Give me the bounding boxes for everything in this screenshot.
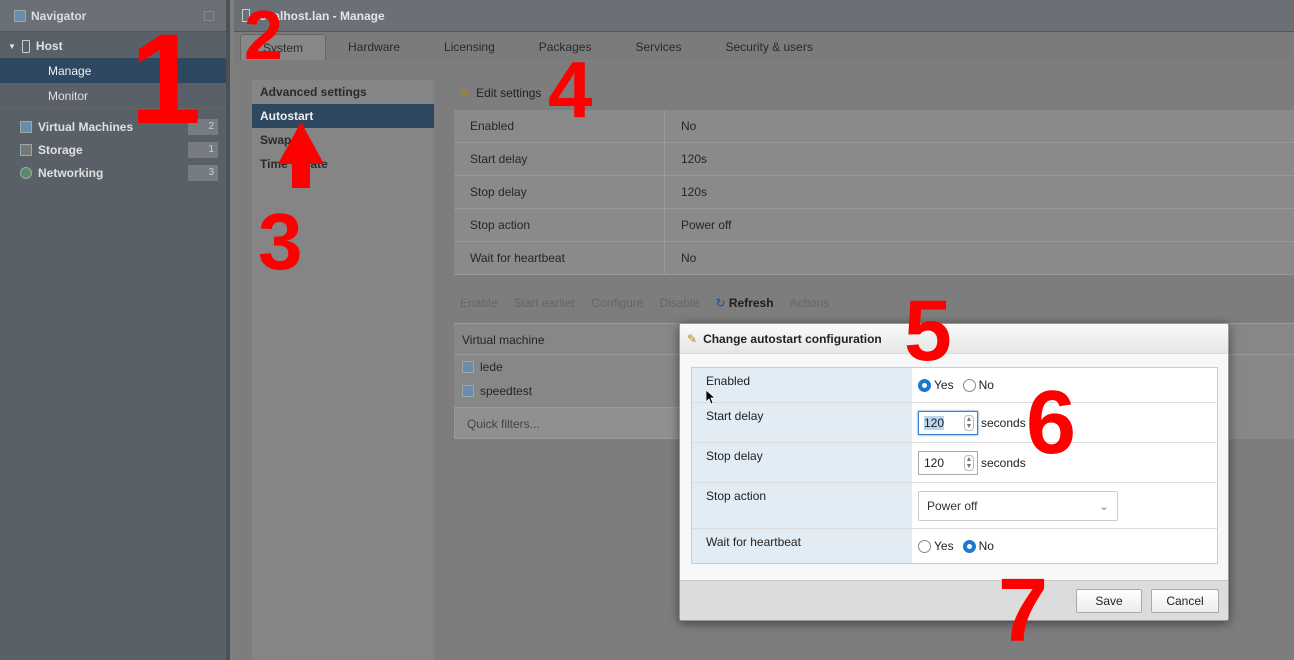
enable-button[interactable]: Enable [460, 296, 497, 310]
start-delay-input[interactable]: 120 ▲ ▼ [918, 410, 978, 435]
tab-licensing[interactable]: Licensing [422, 34, 517, 60]
settings-value: No [664, 242, 696, 274]
quick-filters-select[interactable]: Quick filters... [454, 407, 694, 439]
form-row-heartbeat: Wait for heartbeat Yes No [692, 529, 1217, 563]
form-row-enabled: Enabled Yes No [692, 368, 1217, 403]
nav-item-label: Storage [38, 142, 83, 157]
dialog-form: Enabled Yes No Start delay 120 ▲ ▼ second… [691, 367, 1218, 564]
actions-menu-button[interactable]: Actions [790, 296, 829, 310]
network-count-badge: 3 [188, 164, 218, 181]
settings-value: No [664, 110, 696, 142]
seconds-unit: seconds [981, 415, 1026, 430]
start-earlier-button[interactable]: Start earlier [513, 296, 575, 310]
stop-action-select[interactable]: Power off ⌄ [918, 490, 1118, 521]
annotation-4: 4 [548, 45, 593, 134]
form-row-start-delay: Start delay 120 ▲ ▼ seconds [692, 403, 1217, 443]
settings-value: Power off [664, 209, 731, 241]
stop-delay-label: Stop delay [692, 443, 912, 482]
vm-icon [20, 120, 32, 133]
vm-name: speedtest [480, 384, 533, 398]
annotation-2: 2 [244, 0, 283, 74]
stop-action-label: Stop action [692, 483, 912, 528]
seconds-unit: seconds [981, 455, 1026, 470]
host-icon [21, 39, 30, 53]
tab-security-users[interactable]: Security & users [703, 34, 834, 60]
annotation-3: 3 [258, 197, 303, 286]
enabled-no-radio[interactable] [962, 378, 976, 392]
enabled-yes-radio[interactable] [918, 378, 931, 392]
enabled-label: Enabled [692, 368, 912, 402]
navigator-icon [14, 9, 26, 22]
autostart-config-dialog: ✎ Change autostart configuration Enabled… [679, 323, 1229, 621]
spinner-arrows-icon[interactable]: ▲ ▼ [964, 454, 974, 471]
start-delay-value: 120 [924, 415, 945, 430]
settings-value: 120s [664, 143, 707, 175]
settings-value: 120s [664, 176, 707, 208]
settings-key: Wait for heartbeat [470, 251, 565, 265]
dialog-title-bar[interactable]: ✎ Change autostart configuration [680, 324, 1228, 354]
edit-settings-button[interactable]: Edit settings [476, 86, 541, 100]
nav-item-label: Networking [38, 165, 104, 180]
nav-networking[interactable]: Networking 3 [0, 161, 226, 184]
pencil-icon: ✎ [460, 86, 471, 100]
stop-delay-input[interactable]: 120 ▲ ▼ [918, 450, 978, 475]
radio-label: No [978, 378, 994, 392]
annotation-6: 6 [1026, 373, 1077, 473]
vm-actions-toolbar: Enable Start earlier Configure Disable ↻… [454, 293, 1294, 313]
vm-name: lede [480, 360, 503, 374]
main-header: localhost.lan - Manage [234, 0, 1294, 32]
vm-icon [462, 361, 474, 373]
nav-item-label: Virtual Machines [38, 119, 134, 134]
tab-hardware[interactable]: Hardware [326, 34, 422, 60]
heartbeat-label: Wait for heartbeat [692, 529, 912, 563]
start-delay-label: Start delay [692, 403, 912, 442]
settings-key: Stop action [470, 218, 531, 232]
nav-host-label: Host [35, 39, 63, 53]
network-icon [20, 166, 32, 179]
vm-icon [462, 385, 474, 397]
tab-services[interactable]: Services [613, 34, 703, 60]
mouse-cursor-icon [705, 389, 717, 408]
stop-action-value: Power off [927, 498, 978, 513]
radio-label: Yes [934, 378, 954, 392]
radio-label: Yes [934, 539, 954, 553]
autostart-settings-table: Enabled No Start delay 120s Stop delay 120s… [454, 110, 1294, 275]
radio-label: No [978, 539, 994, 553]
refresh-icon: ↻ [715, 296, 726, 310]
heartbeat-options: Yes No [912, 529, 1217, 563]
stop-action-control: Power off ⌄ [912, 483, 1217, 528]
configure-button[interactable]: Configure [591, 296, 643, 310]
pencil-icon: ✎ [687, 331, 698, 346]
heartbeat-yes-radio[interactable] [918, 539, 931, 553]
tab-bar: System Hardware Licensing Packages Servi… [234, 32, 1294, 60]
side-item-advanced-settings[interactable]: Advanced settings [252, 80, 434, 104]
chevron-down-icon: ⌄ [1098, 498, 1109, 513]
storage-icon [20, 143, 32, 156]
save-button[interactable]: Save [1076, 589, 1142, 613]
annotation-1: 1 [130, 8, 202, 151]
cancel-button[interactable]: Cancel [1151, 589, 1219, 613]
settings-row: Wait for heartbeat No [454, 242, 1294, 275]
form-row-stop-action: Stop action Power off ⌄ [692, 483, 1217, 529]
settings-row: Start delay 120s [454, 143, 1294, 176]
heartbeat-no-radio[interactable] [962, 539, 976, 553]
refresh-button[interactable]: ↻ Refresh [715, 296, 773, 310]
dialog-footer: Save Cancel [680, 580, 1228, 620]
spinner-arrows-icon[interactable]: ▲ ▼ [964, 414, 974, 431]
annotation-7: 7 [998, 561, 1049, 660]
refresh-label: Refresh [728, 296, 774, 310]
settings-row: Stop action Power off [454, 209, 1294, 242]
dialog-title: Change autostart configuration [703, 331, 882, 346]
settings-key: Stop delay [470, 185, 527, 199]
settings-key: Start delay [470, 152, 528, 166]
collapse-icon[interactable] [204, 10, 214, 21]
annotation-5: 5 [904, 283, 952, 379]
caret-down-icon[interactable]: ▼ [8, 42, 16, 51]
navigator-title: Navigator [31, 8, 87, 23]
stop-delay-value: 120 [924, 455, 945, 470]
disable-button[interactable]: Disable [659, 296, 699, 310]
annotation-arrow-icon [276, 120, 326, 193]
settings-row: Stop delay 120s [454, 176, 1294, 209]
form-row-stop-delay: Stop delay 120 ▲ ▼ seconds [692, 443, 1217, 483]
